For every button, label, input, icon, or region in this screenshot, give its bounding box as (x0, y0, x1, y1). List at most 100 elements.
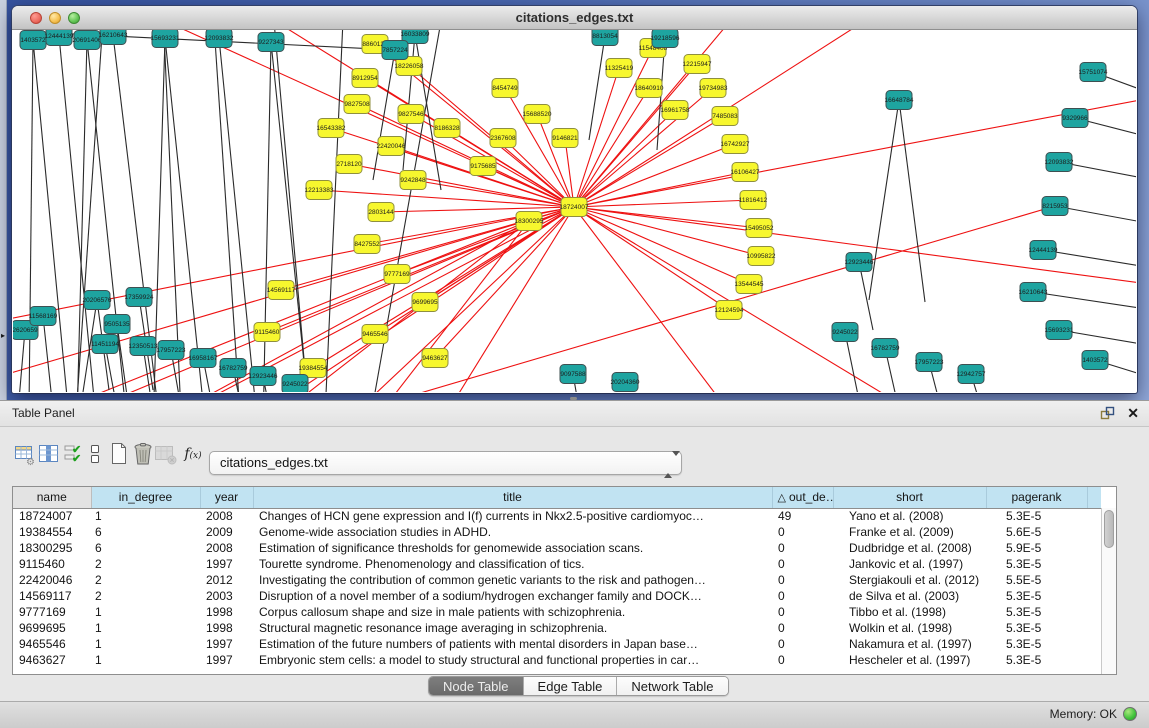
graph-node-teal[interactable]: 9097588 (560, 365, 586, 384)
tab-node-table[interactable]: Node Table (429, 677, 524, 695)
graph-node-teal[interactable]: 1403572 (1082, 351, 1108, 370)
graph-node-teal[interactable]: 12444139 (45, 30, 74, 46)
graph-node-teal[interactable]: 15693231 (1045, 321, 1074, 340)
zoom-window-icon[interactable] (68, 12, 80, 24)
graph-node-teal[interactable]: 17957223 (915, 353, 944, 372)
graph-node-yellow[interactable]: 9115460 (254, 323, 280, 342)
close-window-icon[interactable] (30, 12, 42, 24)
graph-node-yellow[interactable]: 15495052 (745, 219, 774, 238)
table-row[interactable]: 911546021997Tourette syndrome. Phenomeno… (13, 556, 1101, 572)
graph-node-yellow[interactable]: 8186328 (434, 119, 460, 138)
graph-node-teal[interactable]: 12093832 (205, 30, 234, 48)
graph-node-yellow[interactable]: 16742927 (721, 135, 750, 154)
tab-edge-table[interactable]: Edge Table (524, 677, 618, 695)
graph-node-teal[interactable]: 9245022 (282, 375, 308, 393)
table-row[interactable]: 1938455462009Genome-wide association stu… (13, 524, 1101, 540)
graph-node-yellow[interactable]: 8427552 (354, 235, 380, 254)
graph-node-yellow[interactable]: 9827546 (398, 105, 424, 124)
graph-node-teal[interactable]: 1403572 (20, 31, 46, 50)
column-chooser-icon[interactable] (36, 439, 62, 469)
graph-node-yellow[interactable]: 19734983 (699, 79, 728, 98)
graph-node-yellow[interactable]: 8454749 (492, 79, 518, 98)
table-scrollbar-thumb[interactable] (1104, 510, 1114, 548)
graph-node-teal[interactable]: 8813054 (592, 30, 618, 46)
tab-network-table[interactable]: Network Table (617, 677, 727, 695)
column-header-in-degree[interactable]: in_degree (91, 487, 200, 508)
graph-node-teal[interactable]: 12942757 (957, 365, 986, 384)
graph-node-teal[interactable]: 12350513 (129, 337, 158, 356)
graph-node-yellow[interactable]: 2803144 (368, 203, 394, 222)
table-scrollbar[interactable] (1101, 508, 1116, 674)
graph-node-teal[interactable]: 8215953 (1042, 197, 1068, 216)
column-header-name[interactable]: name (13, 487, 91, 508)
graph-node-yellow[interactable]: 13544545 (735, 275, 764, 294)
graph-node-yellow[interactable]: 9463627 (422, 349, 448, 368)
graph-node-teal[interactable]: 15751074 (1079, 63, 1108, 82)
graph-node-teal[interactable]: 16648784 (885, 91, 914, 110)
graph-node-yellow[interactable]: 9175685 (470, 157, 496, 176)
function-builder-icon[interactable]: f(x) (180, 439, 206, 469)
graph-node-teal[interactable]: 9227343 (258, 33, 284, 52)
graph-node-yellow[interactable]: 9242848 (400, 171, 426, 190)
graph-node-teal[interactable]: 19218596 (651, 30, 680, 48)
graph-node-yellow[interactable]: 9146821 (552, 129, 578, 148)
column-header-year[interactable]: year (200, 487, 253, 508)
column-header-title[interactable]: title (253, 487, 772, 508)
graph-node-teal[interactable]: 16958167 (189, 349, 218, 368)
table-row[interactable]: 946554611997Estimation of the future num… (13, 636, 1101, 652)
panel-collapse-arrow-icon[interactable]: ▸ (1, 331, 5, 340)
column-header-out-degree[interactable]: △out_de… (772, 487, 833, 508)
new-table-icon[interactable] (106, 439, 132, 469)
network-window[interactable]: citations_edges.txt 18724007886012318226… (12, 6, 1137, 393)
graph-node-teal[interactable]: 9505135 (104, 315, 130, 334)
graph-node-yellow[interactable]: 9777169 (384, 265, 410, 284)
graph-node-yellow[interactable]: 12215947 (683, 55, 712, 74)
column-header-pagerank[interactable]: pagerank (986, 487, 1087, 508)
graph-node-yellow[interactable]: 15688520 (523, 105, 552, 124)
graph-node-teal[interactable]: 9329966 (1062, 109, 1088, 128)
graph-node-yellow[interactable]: 11325419 (605, 59, 634, 78)
graph-node-yellow[interactable]: 18640910 (635, 79, 664, 98)
graph-node-yellow[interactable]: 12124594 (715, 301, 744, 320)
graph-node-teal[interactable]: 15693231 (151, 30, 180, 48)
panel-resize-grip[interactable] (570, 397, 577, 400)
minimize-window-icon[interactable] (49, 12, 61, 24)
table-row[interactable]: 946362711997Embryonic stem cells: a mode… (13, 652, 1101, 668)
graph-node-yellow[interactable]: 9699695 (412, 293, 438, 312)
row-height-icon[interactable] (82, 439, 108, 469)
network-canvas[interactable]: 1872400788601231822605889129549827508165… (13, 30, 1136, 392)
graph-node-teal[interactable]: 16210643 (1019, 283, 1048, 302)
graph-node-yellow[interactable]: 9827508 (344, 95, 370, 114)
graph-node-teal[interactable]: 16782759 (871, 339, 900, 358)
float-panel-icon[interactable] (1100, 406, 1115, 420)
graph-node-yellow[interactable]: 18300295 (515, 212, 544, 231)
table-selector-dropdown[interactable]: citations_edges.txt (209, 451, 682, 475)
graph-node-yellow[interactable]: 16106427 (731, 163, 760, 182)
table-settings-icon[interactable]: ⚙ (12, 439, 38, 469)
graph-node-yellow[interactable]: 18724007 (560, 198, 589, 217)
graph-node-teal[interactable]: 17359924 (125, 288, 154, 307)
table-row[interactable]: 1830029562008Estimation of significance … (13, 540, 1101, 556)
graph-node-yellow[interactable]: 14569117 (267, 281, 296, 300)
graph-node-yellow[interactable]: 7485083 (712, 107, 738, 126)
graph-node-teal[interactable]: 17957223 (157, 341, 186, 360)
table-row[interactable]: 977716911998Corpus callosum shape and si… (13, 604, 1101, 620)
network-window-titlebar[interactable]: citations_edges.txt (12, 6, 1137, 30)
graph-node-teal[interactable]: 16782759 (219, 359, 248, 378)
graph-node-yellow[interactable]: 12213383 (305, 181, 334, 200)
graph-node-yellow[interactable]: 2718120 (336, 155, 362, 174)
graph-node-teal[interactable]: 12444139 (1029, 241, 1058, 260)
graph-node-yellow[interactable]: 8912954 (352, 69, 378, 88)
table-row[interactable]: 969969511998Structural magnetic resonanc… (13, 620, 1101, 636)
graph-node-teal[interactable]: 12923446 (845, 253, 874, 272)
graph-node-yellow[interactable]: 22420046 (377, 137, 406, 156)
column-header-short[interactable]: short (833, 487, 986, 508)
graph-node-teal[interactable]: 20691406 (73, 31, 102, 50)
graph-node-teal[interactable]: 20206576 (83, 291, 112, 310)
graph-node-teal[interactable]: 16210643 (99, 30, 128, 45)
graph-node-teal[interactable]: 11451194 (91, 335, 119, 354)
graph-node-yellow[interactable]: 16961758 (661, 101, 690, 120)
table-row[interactable]: 1456911722003Disruption of a novel membe… (13, 588, 1101, 604)
graph-node-yellow[interactable]: 10995822 (747, 247, 776, 266)
table-row[interactable]: 1872400712008Changes of HCN gene express… (13, 508, 1101, 524)
